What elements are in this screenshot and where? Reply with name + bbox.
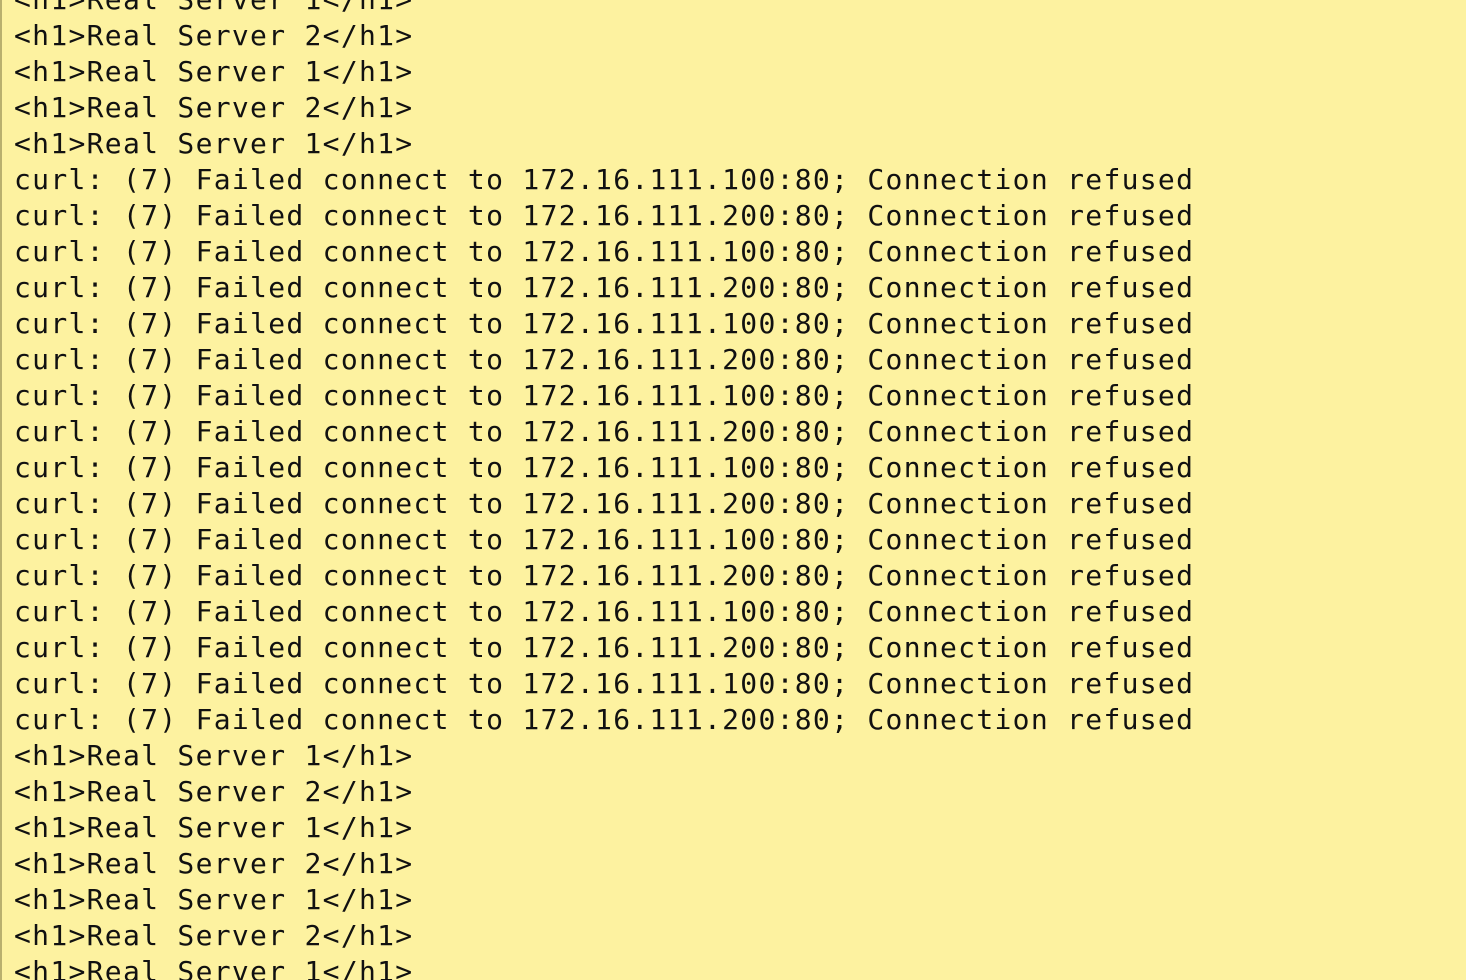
terminal-line: <h1>Real Server 1</h1> (14, 55, 414, 88)
terminal-line: <h1>Real Server 2</h1> (14, 91, 414, 124)
terminal-line: curl: (7) Failed connect to 172.16.111.1… (14, 163, 1195, 196)
terminal-line: curl: (7) Failed connect to 172.16.111.1… (14, 523, 1195, 556)
terminal-line: <h1>Real Server 1</h1> (14, 883, 414, 916)
terminal-line: curl: (7) Failed connect to 172.16.111.2… (14, 271, 1195, 304)
terminal-line: curl: (7) Failed connect to 172.16.111.2… (14, 415, 1195, 448)
terminal-line: curl: (7) Failed connect to 172.16.111.2… (14, 703, 1195, 736)
terminal-line: <h1>Real Server 2</h1> (14, 847, 414, 880)
terminal-line: curl: (7) Failed connect to 172.16.111.2… (14, 343, 1195, 376)
terminal-line: <h1>Real Server 2</h1> (14, 775, 414, 808)
terminal-line: curl: (7) Failed connect to 172.16.111.1… (14, 307, 1195, 340)
terminal-line: <h1>Real Server 1</h1> (14, 811, 414, 844)
terminal-window[interactable]: <h1>Real Server 1</h1> <h1>Real Server 2… (0, 0, 1466, 980)
terminal-line: curl: (7) Failed connect to 172.16.111.1… (14, 379, 1195, 412)
terminal-line: curl: (7) Failed connect to 172.16.111.2… (14, 559, 1195, 592)
terminal-line: <h1>Real Server 1</h1> (14, 127, 414, 160)
terminal-line: curl: (7) Failed connect to 172.16.111.2… (14, 199, 1195, 232)
terminal-line: <h1>Real Server 1</h1> (14, 955, 414, 980)
terminal-output: <h1>Real Server 1</h1> <h1>Real Server 2… (14, 0, 1194, 980)
terminal-line: <h1>Real Server 2</h1> (14, 19, 414, 52)
terminal-line: <h1>Real Server 1</h1> (14, 0, 1194, 18)
terminal-line: curl: (7) Failed connect to 172.16.111.1… (14, 667, 1195, 700)
terminal-line: curl: (7) Failed connect to 172.16.111.1… (14, 451, 1195, 484)
terminal-line: curl: (7) Failed connect to 172.16.111.2… (14, 487, 1195, 520)
terminal-line: curl: (7) Failed connect to 172.16.111.1… (14, 595, 1195, 628)
terminal-line: <h1>Real Server 1</h1> (14, 739, 414, 772)
terminal-line: <h1>Real Server 2</h1> (14, 919, 414, 952)
terminal-line: curl: (7) Failed connect to 172.16.111.1… (14, 235, 1195, 268)
terminal-line: curl: (7) Failed connect to 172.16.111.2… (14, 631, 1195, 664)
